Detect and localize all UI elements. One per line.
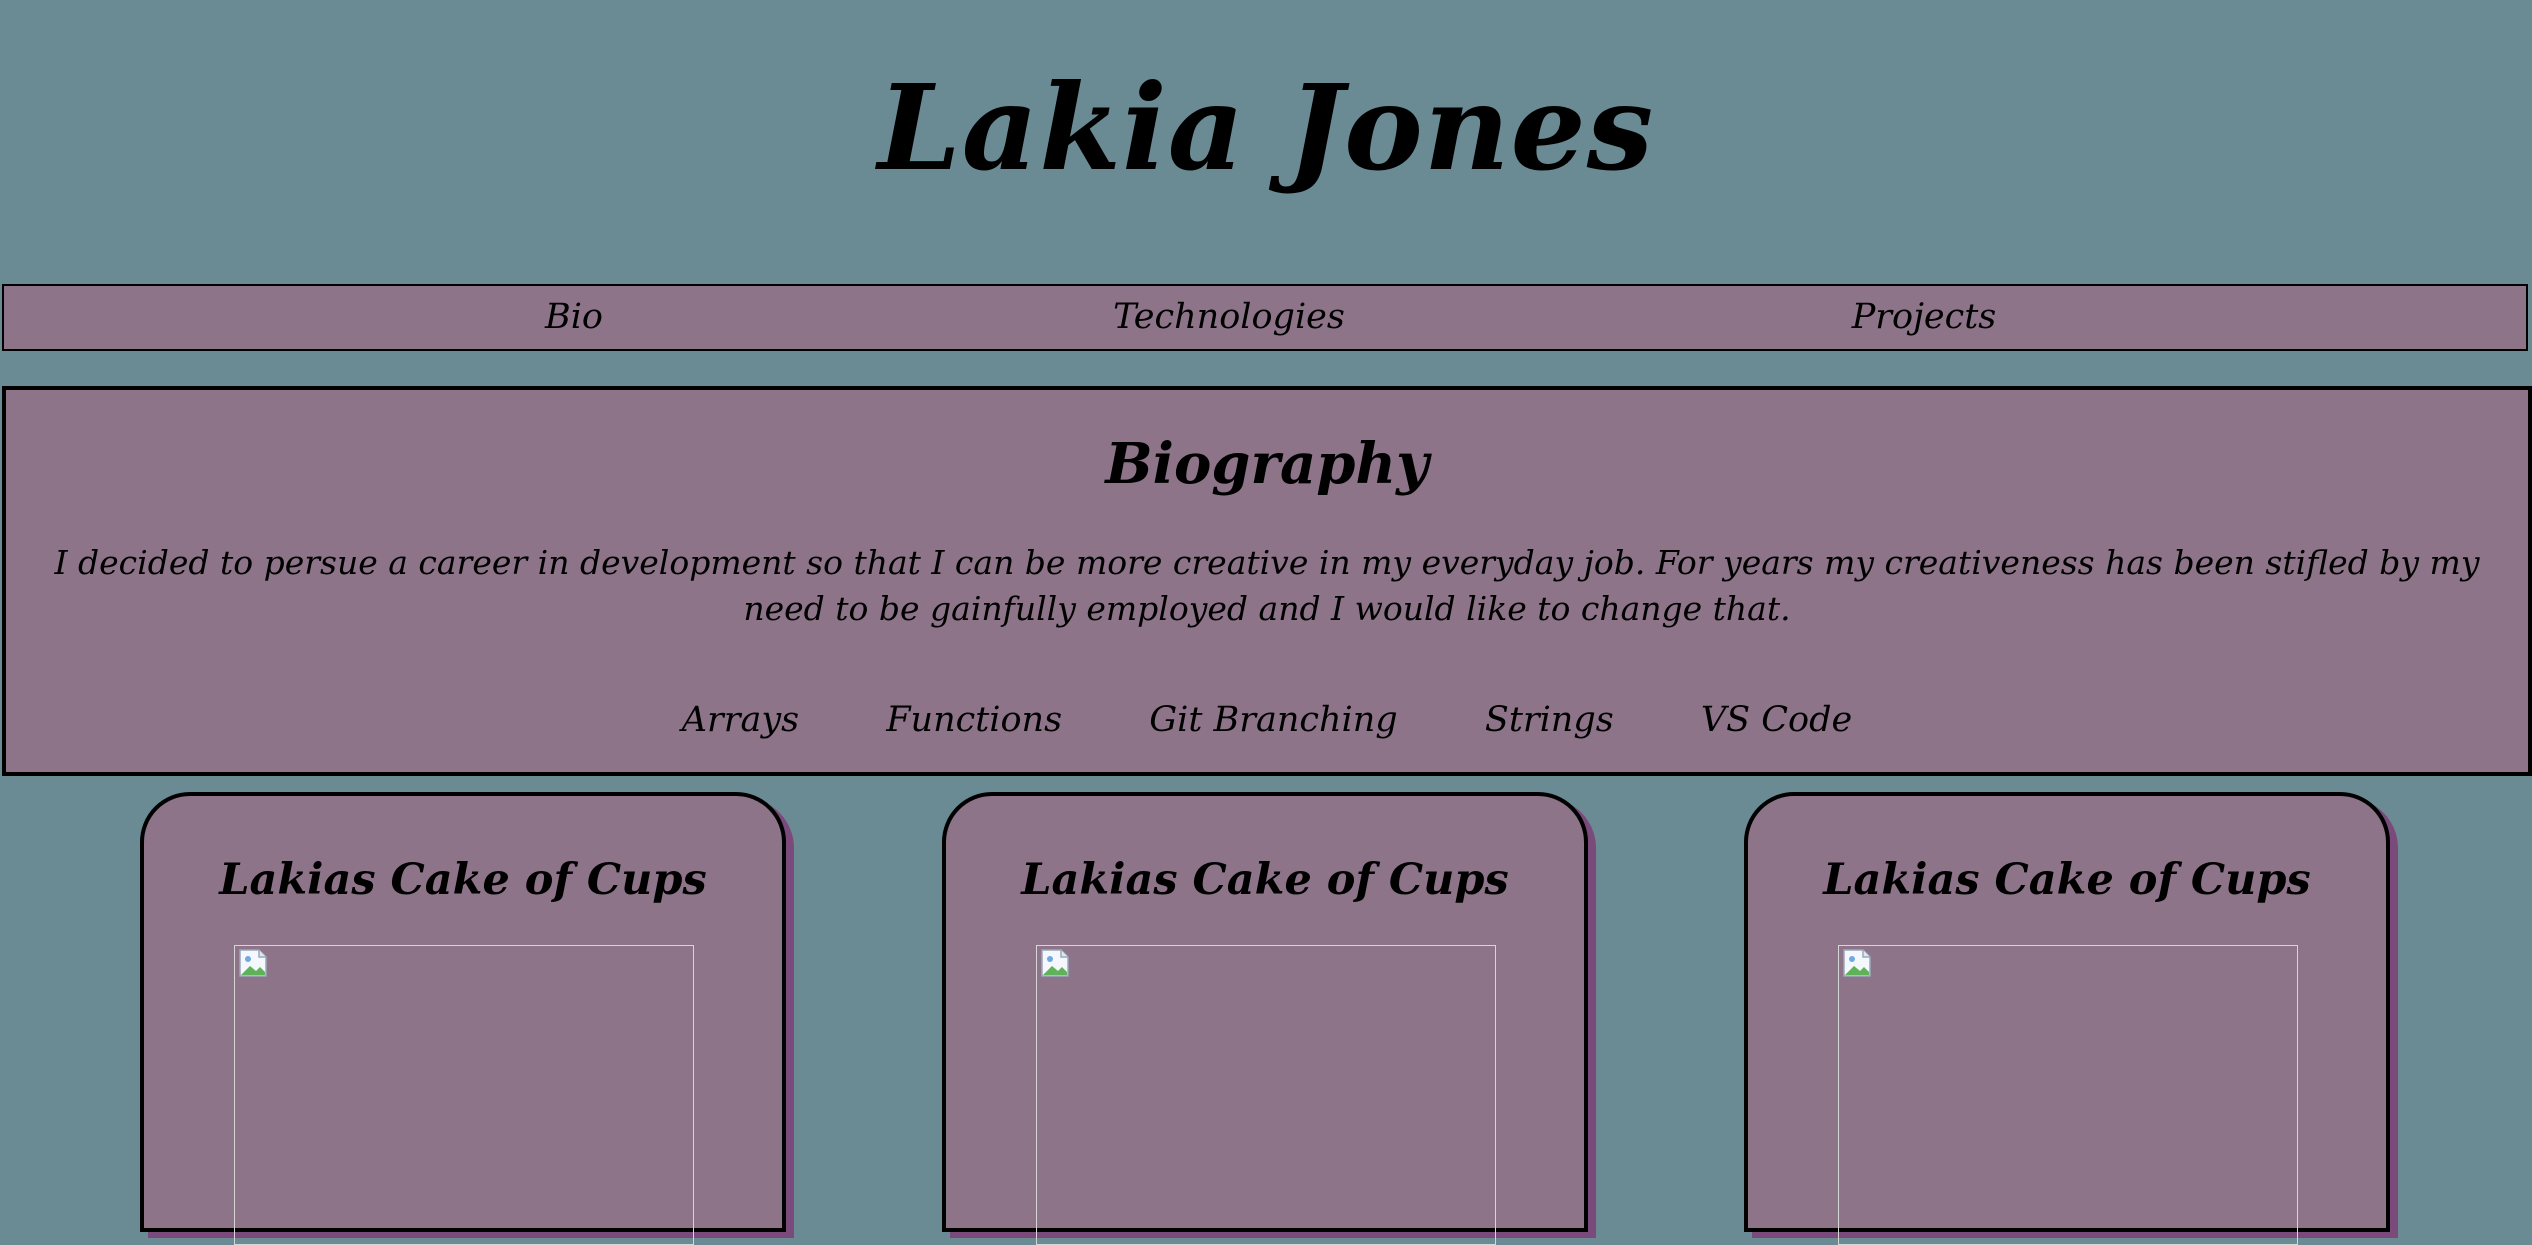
- technologies-list: Arrays Functions Git Branching Strings V…: [6, 695, 2528, 745]
- nav-link-technologies[interactable]: Technologies: [1014, 286, 1444, 349]
- project-card: Lakias Cake of Cups: [140, 792, 786, 1245]
- nav-link-bio[interactable]: Bio: [474, 286, 674, 349]
- project-card: Lakias Cake of Cups: [942, 792, 1588, 1245]
- site-title: Lakia Jones: [877, 58, 1655, 197]
- technology-item: Git Branching: [1149, 700, 1398, 740]
- technology-item: Functions: [886, 700, 1063, 740]
- project-title: Lakias Cake of Cups: [1823, 855, 2311, 905]
- technology-item: Strings: [1484, 700, 1614, 740]
- broken-image-icon: [239, 949, 267, 977]
- biography-heading: Biography: [1105, 431, 1429, 497]
- broken-image-icon: [1041, 949, 1069, 977]
- project-title: Lakias Cake of Cups: [219, 855, 707, 905]
- project-image[interactable]: [1838, 945, 2298, 1245]
- project-card: Lakias Cake of Cups: [1744, 792, 2390, 1245]
- broken-image-icon: [1843, 949, 1871, 977]
- project-title: Lakias Cake of Cups: [1021, 855, 1509, 905]
- biography-section: Biography I decided to persue a career i…: [2, 386, 2532, 776]
- main-nav: Bio Technologies Projects: [2, 284, 2528, 351]
- project-image[interactable]: [234, 945, 694, 1245]
- technology-item: VS Code: [1700, 700, 1853, 740]
- biography-text: I decided to persue a career in developm…: [54, 543, 2480, 628]
- project-image[interactable]: [1036, 945, 1496, 1245]
- technology-item: Arrays: [681, 700, 800, 740]
- nav-link-projects[interactable]: Projects: [1724, 286, 2124, 349]
